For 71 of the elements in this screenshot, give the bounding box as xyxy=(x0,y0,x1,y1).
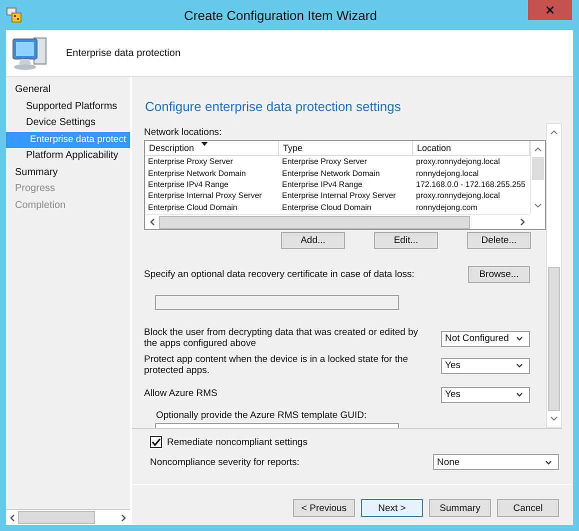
checkbox[interactable] xyxy=(150,436,162,448)
table-cell-text: Enterprise Internal Proxy Server xyxy=(147,191,263,200)
table-cell-text: proxy.ronnydejong.local xyxy=(415,191,501,200)
field-label: Optionally provide the Azure RMS template GUID: xyxy=(156,410,368,421)
button[interactable]: Next > xyxy=(361,499,423,517)
field-label: Allow Azure RMS xyxy=(144,389,218,400)
table-cell-text: Enterprise IPv4 Range xyxy=(281,180,364,189)
app-icon xyxy=(6,7,22,23)
button[interactable]: Edit... xyxy=(374,232,438,249)
field-label: Noncompliance severity for reports: xyxy=(150,456,300,468)
scroll-down-icon[interactable] xyxy=(534,203,542,209)
checkbox-label: Remediate noncompliant settings xyxy=(167,436,308,448)
scroll-left-icon[interactable] xyxy=(149,218,155,226)
dropdown[interactable]: Yes xyxy=(441,358,530,374)
scroll-up-icon[interactable] xyxy=(534,146,542,152)
button[interactable]: Cancel xyxy=(497,499,559,517)
scroll-thumb[interactable] xyxy=(159,216,470,228)
vertical-scrollbar[interactable] xyxy=(530,141,545,214)
dropdown[interactable]: Not Configured xyxy=(441,330,530,346)
button[interactable]: Summary xyxy=(429,499,491,517)
scroll-up-icon[interactable] xyxy=(550,129,558,135)
horizontal-scrollbar[interactable] xyxy=(6,509,130,525)
table-cell-text: Enterprise Network Domain xyxy=(147,168,247,178)
page-title: Configure enterprise data protection settings xyxy=(144,98,402,116)
dropdown[interactable]: Yes xyxy=(441,386,530,402)
field-label: Network locations: xyxy=(144,127,223,138)
header-title: Enterprise data protection xyxy=(66,48,181,58)
table-cell-text: ronnydejong.com xyxy=(415,202,478,212)
dropdown[interactable]: None xyxy=(433,454,559,470)
scroll-right-icon[interactable] xyxy=(121,514,127,522)
browse-button[interactable]: Browse... xyxy=(468,266,530,283)
caret-icon xyxy=(516,363,523,368)
scroll-thumb[interactable] xyxy=(548,267,560,411)
scroll-thumb[interactable] xyxy=(532,157,544,180)
horizontal-scrollbar[interactable] xyxy=(145,214,530,229)
sidebar-item[interactable]: Device Settings xyxy=(6,115,130,132)
sidebar-item[interactable]: Platform Applicability xyxy=(6,148,130,164)
sidebar-item[interactable]: Summary xyxy=(6,164,130,181)
close-icon xyxy=(546,6,554,14)
window-title: Create Configuration Item Wizard xyxy=(183,8,378,22)
table-cell-text: Enterprise Proxy Server xyxy=(281,157,368,166)
sidebar-item[interactable]: General xyxy=(6,82,130,98)
column-header[interactable]: Type xyxy=(279,141,413,155)
table-cell-text: Enterprise Cloud Domain xyxy=(147,202,238,212)
table-cell-text: 172.168.0.0 - 172.168.255.255 xyxy=(415,180,526,189)
caret-icon xyxy=(545,460,552,464)
table-cell-text: Enterprise Cloud Domain xyxy=(281,202,372,212)
table-cell-text: Enterprise Network Domain xyxy=(281,168,381,178)
table-cell-text: proxy.ronnydejong.local xyxy=(415,157,501,166)
table-cell-text: Enterprise Proxy Server xyxy=(147,157,234,166)
scroll-left-icon[interactable] xyxy=(9,514,15,522)
caret-icon xyxy=(516,392,523,397)
close-button[interactable] xyxy=(528,0,572,20)
table-cell-text: Enterprise IPv4 Range xyxy=(147,180,230,189)
input-field[interactable] xyxy=(155,295,399,310)
sidebar-item[interactable]: Supported Platforms xyxy=(6,98,130,115)
field-label: Protect app content when the device is in a locked state for the protected apps. xyxy=(144,355,410,376)
column-header[interactable]: Description xyxy=(145,141,279,155)
column-header[interactable]: Location xyxy=(413,141,530,155)
table-cell-text: Enterprise Internal Proxy Server xyxy=(281,191,397,200)
table-cell-text: ronnydejong.local xyxy=(415,168,480,178)
scroll-thumb[interactable] xyxy=(18,511,95,524)
caret-icon xyxy=(516,336,523,341)
button[interactable]: < Previous xyxy=(293,499,355,517)
vertical-scrollbar[interactable] xyxy=(546,123,562,428)
button[interactable]: Delete... xyxy=(467,232,531,249)
scroll-down-icon[interactable] xyxy=(550,416,558,422)
field-label: Specify an optional data recovery certificate in case of data loss: xyxy=(144,269,414,280)
button[interactable]: Add... xyxy=(281,232,345,249)
field-label: Block the user from decrypting data that was created or edited by the apps configured above xyxy=(144,328,420,349)
scroll-right-icon[interactable] xyxy=(520,218,526,226)
